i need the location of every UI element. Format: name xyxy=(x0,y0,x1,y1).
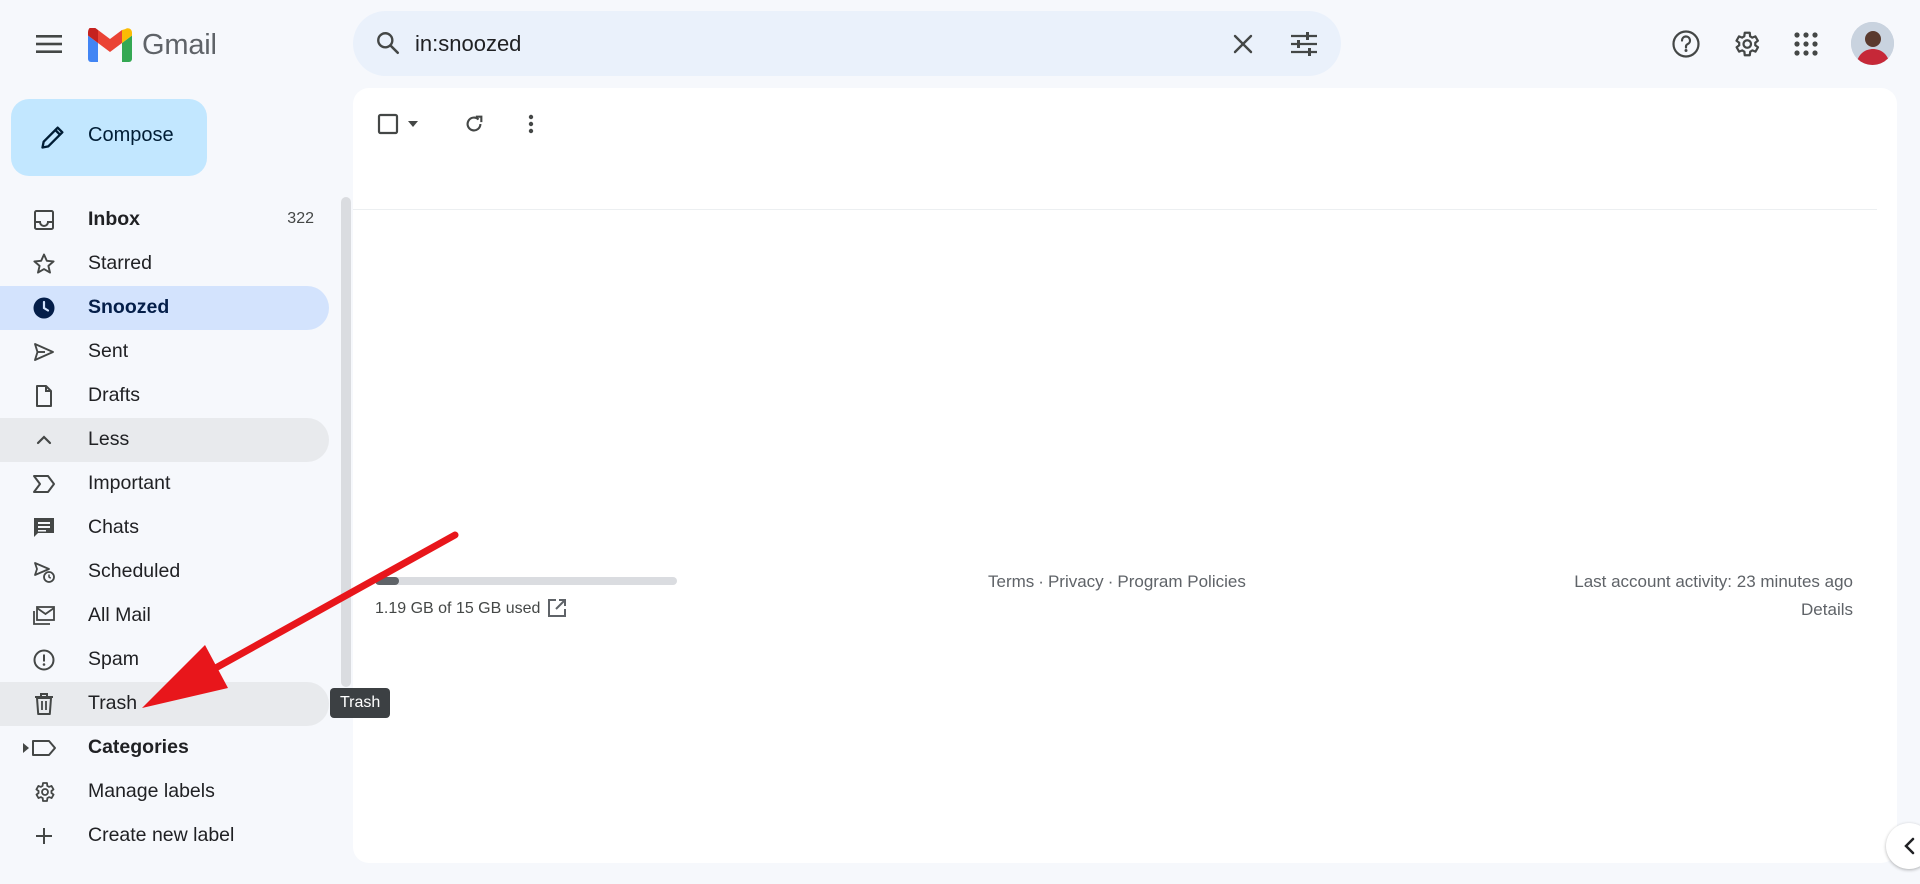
sidebar-item-label: Create new label xyxy=(88,824,235,846)
program-policies-link[interactable]: Program Policies xyxy=(1117,572,1246,591)
star-icon xyxy=(30,250,58,278)
sidebar-item-all-mail[interactable]: All Mail xyxy=(0,594,329,638)
message-list-panel: 1.19 GB of 15 GB used Terms · Privacy · Prog… xyxy=(353,88,1897,863)
sidebar-item-label: Sent xyxy=(88,340,129,362)
select-all-checkbox[interactable] xyxy=(375,111,401,137)
search-input[interactable] xyxy=(413,25,1177,63)
sidebar-item-spam[interactable]: Spam xyxy=(0,638,329,682)
clock-icon xyxy=(30,294,58,322)
refresh-button[interactable] xyxy=(457,107,491,141)
sidebar-item-scheduled[interactable]: Scheduled xyxy=(0,550,329,594)
hamburger-menu-icon xyxy=(36,35,62,53)
storage-usage-fill xyxy=(375,577,400,585)
tune-icon xyxy=(1291,32,1317,56)
gear-icon xyxy=(1735,31,1760,57)
important-icon xyxy=(30,470,58,498)
sidebar-item-label: Spam xyxy=(88,648,139,670)
account-avatar[interactable] xyxy=(1851,22,1894,65)
trash-tooltip: Trash xyxy=(330,688,391,718)
sidebar-item-label: Drafts xyxy=(88,384,141,406)
sidebar-item-label: All Mail xyxy=(88,604,151,626)
avatar-photo xyxy=(1851,22,1894,65)
show-side-panel-button[interactable] xyxy=(1886,823,1920,869)
privacy-link[interactable]: Privacy xyxy=(1048,572,1104,591)
sidebar-item-trash[interactable]: Trash xyxy=(0,682,329,726)
sidebar-item-create-new-label[interactable]: Create new label xyxy=(0,814,329,858)
footer-separator: · xyxy=(1038,572,1044,591)
gear-icon xyxy=(30,778,58,806)
sidebar-item-label: Chats xyxy=(88,516,139,538)
more-vert-icon xyxy=(528,114,534,134)
send-icon xyxy=(30,338,58,366)
sidebar-item-label: Snoozed xyxy=(88,296,170,318)
gmail-logo[interactable]: Gmail xyxy=(88,26,217,64)
checkbox-icon xyxy=(377,113,399,135)
close-icon xyxy=(1233,34,1253,54)
sidebar-toggle-less[interactable]: Less xyxy=(0,418,329,462)
footer-links: Terms · Privacy · Program Policies xyxy=(988,572,1246,592)
label-icon xyxy=(30,734,58,762)
terms-link[interactable]: Terms xyxy=(988,572,1034,591)
sidebar-item-label: Scheduled xyxy=(88,560,181,582)
caret-down-icon xyxy=(408,121,418,127)
chevron-up-icon xyxy=(30,426,58,454)
sidebar-item-label: Categories xyxy=(88,736,189,758)
sidebar-item-categories[interactable]: Categories xyxy=(0,726,329,770)
help-icon xyxy=(1672,30,1700,58)
settings-button[interactable] xyxy=(1726,24,1766,64)
draft-icon xyxy=(30,382,58,410)
scheduled-icon xyxy=(30,558,58,586)
chevron-left-icon xyxy=(1904,837,1915,855)
sidebar-item-manage-labels[interactable]: Manage labels xyxy=(0,770,329,814)
search-button[interactable] xyxy=(368,23,408,63)
footer-separator: · xyxy=(1107,572,1114,591)
google-apps-button[interactable] xyxy=(1786,24,1826,64)
sidebar-item-chats[interactable]: Chats xyxy=(0,506,329,550)
clear-search-button[interactable] xyxy=(1222,23,1264,65)
inbox-icon xyxy=(30,206,58,234)
sidebar-item-starred[interactable]: Starred xyxy=(0,242,329,286)
app-name: Gmail xyxy=(142,28,217,61)
sidebar-item-drafts[interactable]: Drafts xyxy=(0,374,329,418)
search-bar[interactable] xyxy=(353,11,1341,76)
sidebar-item-label: Starred xyxy=(88,252,152,274)
sidebar-item-sent[interactable]: Sent xyxy=(0,330,329,374)
more-options-button[interactable] xyxy=(514,107,548,141)
spam-icon xyxy=(30,646,58,674)
sidebar-item-important[interactable]: Important xyxy=(0,462,329,506)
help-button[interactable] xyxy=(1666,24,1706,64)
trash-icon xyxy=(30,690,58,718)
compose-button[interactable]: Compose xyxy=(11,99,207,176)
sidebar-item-label: Important xyxy=(88,472,171,494)
sidebar-item-snoozed[interactable]: Snoozed xyxy=(0,286,329,330)
search-options-button[interactable] xyxy=(1283,23,1325,65)
compose-label: Compose xyxy=(88,124,174,146)
pencil-icon xyxy=(35,119,71,155)
sidebar-scrollbar[interactable] xyxy=(341,197,351,687)
inbox-unread-count: 322 xyxy=(287,210,314,227)
apps-grid-icon xyxy=(1794,32,1818,56)
toolbar-divider xyxy=(353,209,1877,210)
sidebar-item-label: Inbox xyxy=(88,208,140,230)
gmail-m-icon xyxy=(88,28,132,62)
last-account-activity: Last account activity: 23 minutes ago xyxy=(1574,572,1853,591)
main-menu-button[interactable] xyxy=(29,24,69,64)
plus-icon xyxy=(30,822,58,850)
storage-usage-bar xyxy=(375,577,677,585)
activity-details-link[interactable]: Details xyxy=(1801,600,1853,620)
all-mail-icon xyxy=(30,602,58,630)
open-external-icon xyxy=(548,599,566,617)
sidebar-item-label: Less xyxy=(88,428,130,450)
manage-storage-link[interactable] xyxy=(543,594,571,622)
chat-icon xyxy=(30,514,58,542)
sidebar-item-label: Manage labels xyxy=(88,780,215,802)
refresh-icon xyxy=(466,115,483,132)
sidebar-item-inbox[interactable]: Inbox 322 xyxy=(0,198,329,242)
storage-usage-text: 1.19 GB of 15 GB used xyxy=(375,600,541,617)
search-icon xyxy=(377,32,400,55)
select-options-dropdown[interactable] xyxy=(405,116,421,132)
sidebar-item-label: Trash xyxy=(88,692,138,714)
